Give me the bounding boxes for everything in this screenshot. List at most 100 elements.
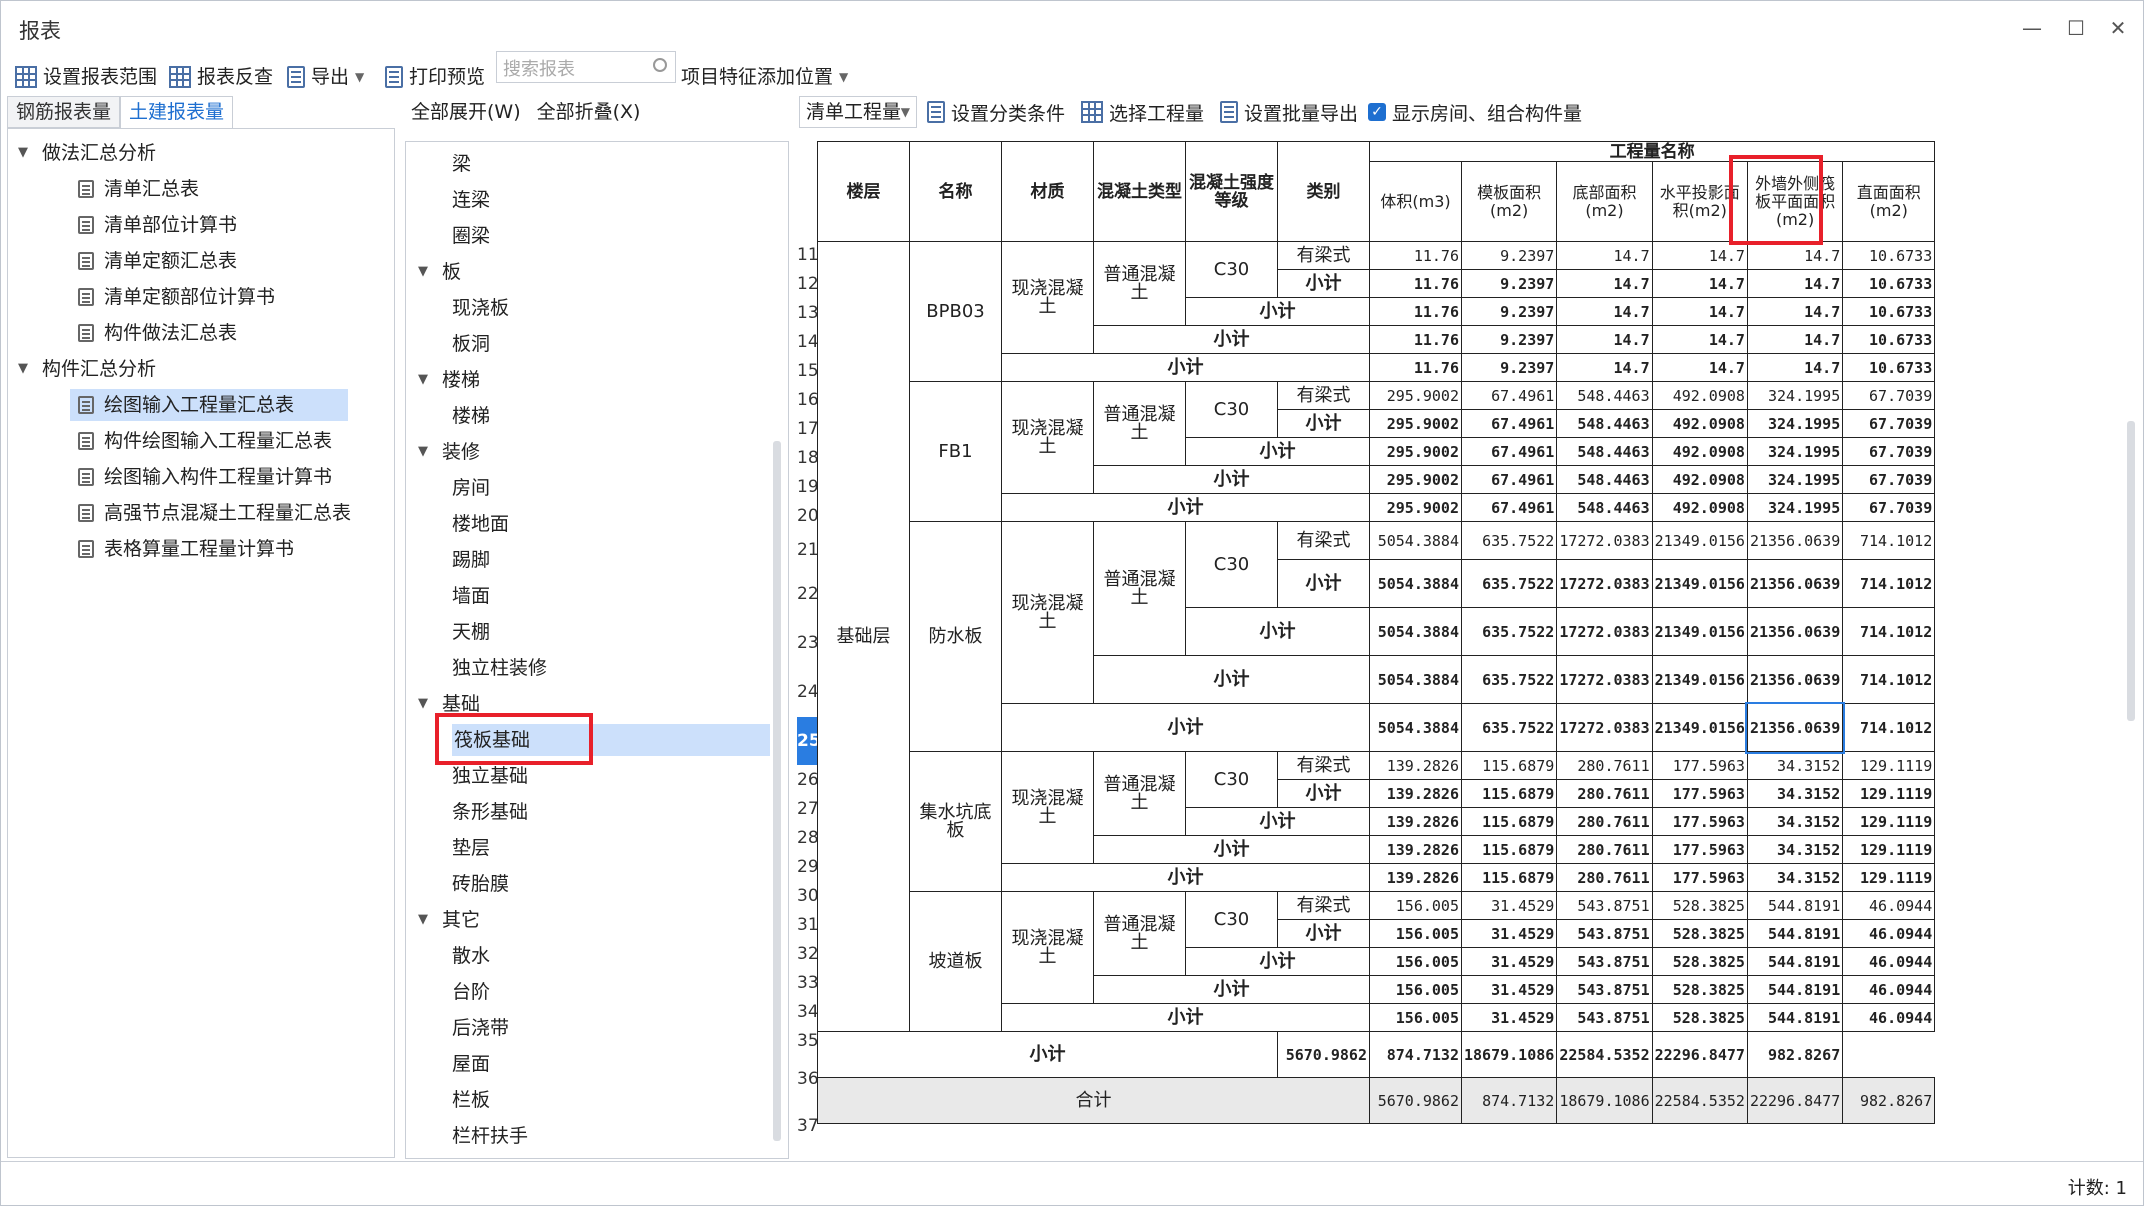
- show-rooms-checkbox[interactable]: ✓ 显示房间、组合构件量: [1368, 99, 1582, 126]
- value-cell[interactable]: 5670.9862: [1369, 1077, 1462, 1124]
- tree-item[interactable]: 房间: [452, 472, 490, 504]
- value-cell[interactable]: 10.6733: [1842, 241, 1936, 270]
- total-label[interactable]: 合计: [817, 1077, 1370, 1124]
- value-cell[interactable]: 34.3152: [1746, 863, 1844, 892]
- value-cell[interactable]: 156.005: [1369, 947, 1462, 976]
- value-cell[interactable]: 31.4529: [1460, 919, 1558, 948]
- value-cell[interactable]: 177.5963: [1651, 807, 1748, 836]
- value-cell[interactable]: 548.4463: [1556, 409, 1653, 438]
- value-cell[interactable]: 324.1995: [1746, 381, 1844, 410]
- value-cell[interactable]: 635.7522: [1460, 607, 1558, 656]
- concrete-type-cell[interactable]: 普通混凝土: [1093, 241, 1186, 326]
- value-cell[interactable]: 46.0944: [1842, 947, 1936, 976]
- print-preview-button[interactable]: 打印预览: [385, 60, 485, 94]
- subtotal-label[interactable]: 小计: [1093, 325, 1370, 354]
- tree-item[interactable]: 垫层: [452, 832, 490, 864]
- tree-item[interactable]: 屋面: [452, 1048, 490, 1080]
- value-cell[interactable]: 635.7522: [1460, 559, 1558, 608]
- tree-item[interactable]: 表格算量工程量计算书: [70, 533, 294, 565]
- value-cell[interactable]: 528.3825: [1651, 947, 1748, 976]
- value-cell[interactable]: 21349.0156: [1651, 703, 1748, 752]
- value-cell[interactable]: 5054.3884: [1369, 607, 1462, 656]
- value-cell[interactable]: 22584.5352: [1556, 1031, 1653, 1078]
- tree-item[interactable]: 圈梁: [452, 220, 490, 252]
- value-cell[interactable]: 14.7: [1556, 353, 1653, 382]
- chevron-down-icon[interactable]: ▼: [418, 364, 432, 396]
- concrete-type-cell[interactable]: 普通混凝土: [1093, 891, 1186, 976]
- row-number[interactable]: 35: [797, 1027, 819, 1055]
- value-cell[interactable]: 115.6879: [1460, 751, 1558, 780]
- report-check-button[interactable]: 报表反查: [169, 60, 273, 94]
- value-cell[interactable]: 324.1995: [1746, 465, 1844, 494]
- value-cell[interactable]: 21349.0156: [1651, 607, 1748, 656]
- value-cell[interactable]: 11.76: [1369, 353, 1462, 382]
- collapse-all-button[interactable]: 全部折叠(X): [537, 96, 641, 128]
- value-cell[interactable]: 67.7039: [1842, 493, 1936, 522]
- value-cell[interactable]: 714.1012: [1842, 607, 1936, 656]
- value-cell[interactable]: 280.7611: [1556, 751, 1653, 780]
- value-cell[interactable]: 280.7611: [1556, 863, 1653, 892]
- search-icon[interactable]: [653, 58, 667, 72]
- value-cell[interactable]: 46.0944: [1842, 919, 1936, 948]
- tree-item[interactable]: 独立柱装修: [452, 652, 547, 684]
- row-number[interactable]: 25: [797, 717, 821, 765]
- value-cell[interactable]: 67.7039: [1842, 381, 1936, 410]
- value-cell[interactable]: 982.8267: [1746, 1031, 1844, 1078]
- subtotal-label[interactable]: 小计: [1185, 437, 1370, 466]
- value-cell[interactable]: 5054.3884: [1369, 655, 1462, 704]
- value-cell[interactable]: 18679.1086: [1556, 1077, 1653, 1124]
- subtotal-label[interactable]: 小计: [1277, 269, 1370, 298]
- row-number[interactable]: 20: [797, 502, 819, 530]
- quantity-type-select[interactable]: 清单工程量 ▼: [799, 96, 917, 128]
- value-cell[interactable]: 548.4463: [1556, 437, 1653, 466]
- table-row[interactable]: 小计 5670.9862 874.7132 18679.1086 22584.5352 2…: [817, 1031, 1935, 1078]
- value-cell[interactable]: 67.4961: [1460, 381, 1558, 410]
- close-icon[interactable]: ✕: [2101, 11, 2135, 45]
- value-cell[interactable]: 14.7: [1746, 297, 1844, 326]
- tree-item[interactable]: 踢脚: [452, 544, 490, 576]
- value-cell[interactable]: 528.3825: [1651, 919, 1748, 948]
- value-cell[interactable]: 129.1119: [1842, 835, 1936, 864]
- material-cell[interactable]: 现浇混凝土: [1001, 891, 1094, 1004]
- value-cell[interactable]: 9.2397: [1460, 269, 1558, 298]
- value-cell[interactable]: 115.6879: [1460, 863, 1558, 892]
- row-number[interactable]: 24: [797, 668, 819, 716]
- value-cell[interactable]: 14.7: [1556, 297, 1653, 326]
- row-number[interactable]: 21: [797, 531, 819, 569]
- value-cell[interactable]: 10.6733: [1842, 353, 1936, 382]
- subtotal-label[interactable]: 小计: [1001, 1003, 1370, 1032]
- value-cell[interactable]: 324.1995: [1746, 437, 1844, 466]
- tree-item[interactable]: 梁: [452, 148, 471, 180]
- value-cell[interactable]: 21349.0156: [1651, 559, 1748, 608]
- value-cell[interactable]: 115.6879: [1460, 835, 1558, 864]
- tree-item[interactable]: 筏板基础: [452, 724, 770, 756]
- row-number[interactable]: 28: [797, 824, 819, 852]
- table-row[interactable]: FB1 现浇混凝土 普通混凝土 C30 有梁式 295.9002 67.4961 548.44…: [818, 381, 1936, 522]
- row-number[interactable]: 17: [797, 415, 819, 443]
- row-number[interactable]: 13: [797, 299, 819, 327]
- value-cell[interactable]: 34.3152: [1746, 779, 1844, 808]
- value-cell[interactable]: 5054.3884: [1369, 703, 1462, 752]
- value-cell[interactable]: 139.2826: [1369, 779, 1462, 808]
- value-cell[interactable]: 156.005: [1369, 919, 1462, 948]
- value-cell[interactable]: 548.4463: [1556, 465, 1653, 494]
- value-cell[interactable]: 17272.0383: [1556, 703, 1653, 752]
- row-number[interactable]: 29: [797, 853, 819, 881]
- tree-group[interactable]: ▼ 板: [418, 256, 461, 288]
- concrete-type-cell[interactable]: 普通混凝土: [1093, 751, 1186, 836]
- project-feature-dropdown[interactable]: 项目特征添加位置 ▼: [681, 60, 848, 94]
- subtotal-label[interactable]: 小计: [1001, 353, 1370, 382]
- value-cell[interactable]: 14.7: [1556, 325, 1653, 354]
- value-cell[interactable]: 46.0944: [1842, 891, 1936, 920]
- maximize-icon[interactable]: ☐: [2059, 11, 2093, 45]
- value-cell[interactable]: 139.2826: [1369, 751, 1462, 780]
- value-cell[interactable]: 14.7: [1651, 353, 1748, 382]
- value-cell[interactable]: 46.0944: [1842, 1003, 1936, 1032]
- row-number[interactable]: 19: [797, 473, 819, 501]
- value-cell[interactable]: 21356.0639: [1746, 607, 1844, 656]
- row-number[interactable]: 32: [797, 940, 819, 968]
- value-cell[interactable]: 544.8191: [1746, 947, 1844, 976]
- value-cell[interactable]: 714.1012: [1842, 655, 1936, 704]
- row-number[interactable]: 37: [797, 1103, 819, 1149]
- row-number[interactable]: 36: [797, 1056, 819, 1102]
